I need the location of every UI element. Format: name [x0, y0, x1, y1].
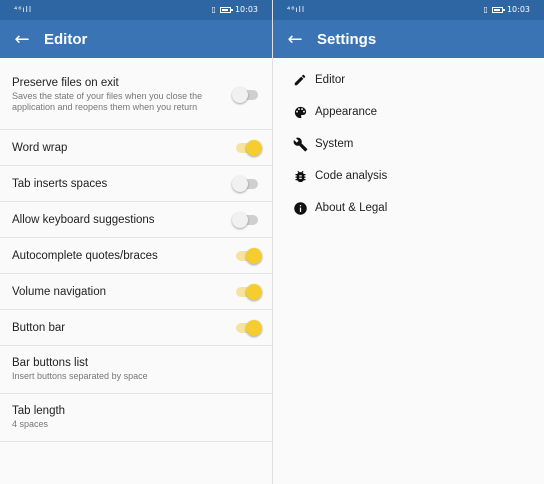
settings-screen: ⁴⁶ıll ▯ 10:03 ← Settings Editor Appearan…	[272, 0, 544, 484]
setting-keyboard-suggestions[interactable]: Allow keyboard suggestions	[0, 202, 272, 238]
setting-title: Volume navigation	[12, 285, 106, 298]
word-wrap-toggle[interactable]	[236, 139, 262, 156]
menu-item-label: System	[315, 138, 354, 150]
status-time: 10:03	[506, 5, 530, 14]
setting-tab-inserts-spaces[interactable]: Tab inserts spaces	[0, 166, 272, 202]
volume-navigation-toggle[interactable]	[236, 283, 262, 300]
vibrate-icon: ▯	[211, 5, 216, 14]
tab-inserts-spaces-toggle[interactable]	[232, 175, 258, 192]
vibrate-icon: ▯	[483, 5, 488, 14]
app-bar: ← Settings	[273, 20, 544, 58]
battery-icon	[219, 6, 233, 13]
setting-title: Autocomplete quotes/braces	[12, 249, 158, 262]
editor-settings-list: Preserve files on exit Saves the state o…	[0, 58, 272, 442]
setting-title: Preserve files on exit	[12, 76, 119, 89]
status-bar: ⁴⁶ıll ▯ 10:03	[0, 0, 272, 20]
menu-item-appearance[interactable]: Appearance	[273, 96, 544, 128]
button-bar-toggle[interactable]	[236, 319, 262, 336]
setting-subtitle: Saves the state of your files when you c…	[12, 90, 203, 112]
menu-item-label: About & Legal	[315, 202, 388, 214]
setting-title: Allow keyboard suggestions	[12, 213, 155, 226]
setting-button-bar[interactable]: Button bar	[0, 310, 272, 346]
menu-item-code-analysis[interactable]: Code analysis	[273, 160, 544, 192]
setting-title: Word wrap	[12, 141, 68, 154]
editor-settings-screen: ⁴⁶ıll ▯ 10:03 ← Editor Preserve files on…	[0, 0, 272, 484]
setting-word-wrap[interactable]: Word wrap	[0, 130, 272, 166]
setting-tab-length[interactable]: Tab length 4 spaces	[0, 394, 272, 442]
menu-item-label: Code analysis	[315, 170, 388, 182]
setting-bar-buttons-list[interactable]: Bar buttons list Insert buttons separate…	[0, 346, 272, 394]
setting-subtitle: Insert buttons separated by space	[12, 371, 148, 381]
keyboard-suggestions-toggle[interactable]	[232, 211, 258, 228]
back-arrow-icon[interactable]: ←	[273, 29, 317, 50]
autocomplete-toggle[interactable]	[236, 247, 262, 264]
setting-autocomplete[interactable]: Autocomplete quotes/braces	[0, 238, 272, 274]
setting-title: Bar buttons list	[12, 357, 89, 369]
setting-volume-navigation[interactable]: Volume navigation	[0, 274, 272, 310]
setting-preserve-files[interactable]: Preserve files on exit Saves the state o…	[0, 60, 272, 130]
status-bar: ⁴⁶ıll ▯ 10:03	[273, 0, 544, 20]
status-time: 10:03	[234, 5, 258, 14]
page-title: Settings	[317, 30, 377, 48]
menu-item-about-legal[interactable]: About & Legal	[273, 192, 544, 224]
setting-title: Tab inserts spaces	[12, 177, 108, 190]
pencil-icon	[291, 71, 309, 89]
wrench-icon	[291, 135, 309, 153]
preserve-files-toggle[interactable]	[232, 86, 258, 103]
battery-icon	[491, 6, 505, 13]
menu-item-system[interactable]: System	[273, 128, 544, 160]
setting-subtitle: 4 spaces	[12, 419, 49, 429]
palette-icon	[291, 103, 309, 121]
back-arrow-icon[interactable]: ←	[0, 29, 44, 50]
setting-title: Tab length	[12, 405, 66, 417]
info-icon	[291, 199, 309, 217]
menu-item-label: Appearance	[315, 106, 378, 118]
page-title: Editor	[44, 30, 88, 48]
signal-icon: ⁴⁶ıll	[14, 5, 33, 14]
settings-menu: Editor Appearance System Code analysis A…	[273, 58, 544, 224]
menu-item-editor[interactable]: Editor	[273, 64, 544, 96]
bug-icon	[291, 167, 309, 185]
setting-title: Button bar	[12, 321, 66, 334]
signal-icon: ⁴⁶ıll	[287, 5, 306, 14]
app-bar: ← Editor	[0, 20, 272, 58]
menu-item-label: Editor	[315, 74, 346, 86]
